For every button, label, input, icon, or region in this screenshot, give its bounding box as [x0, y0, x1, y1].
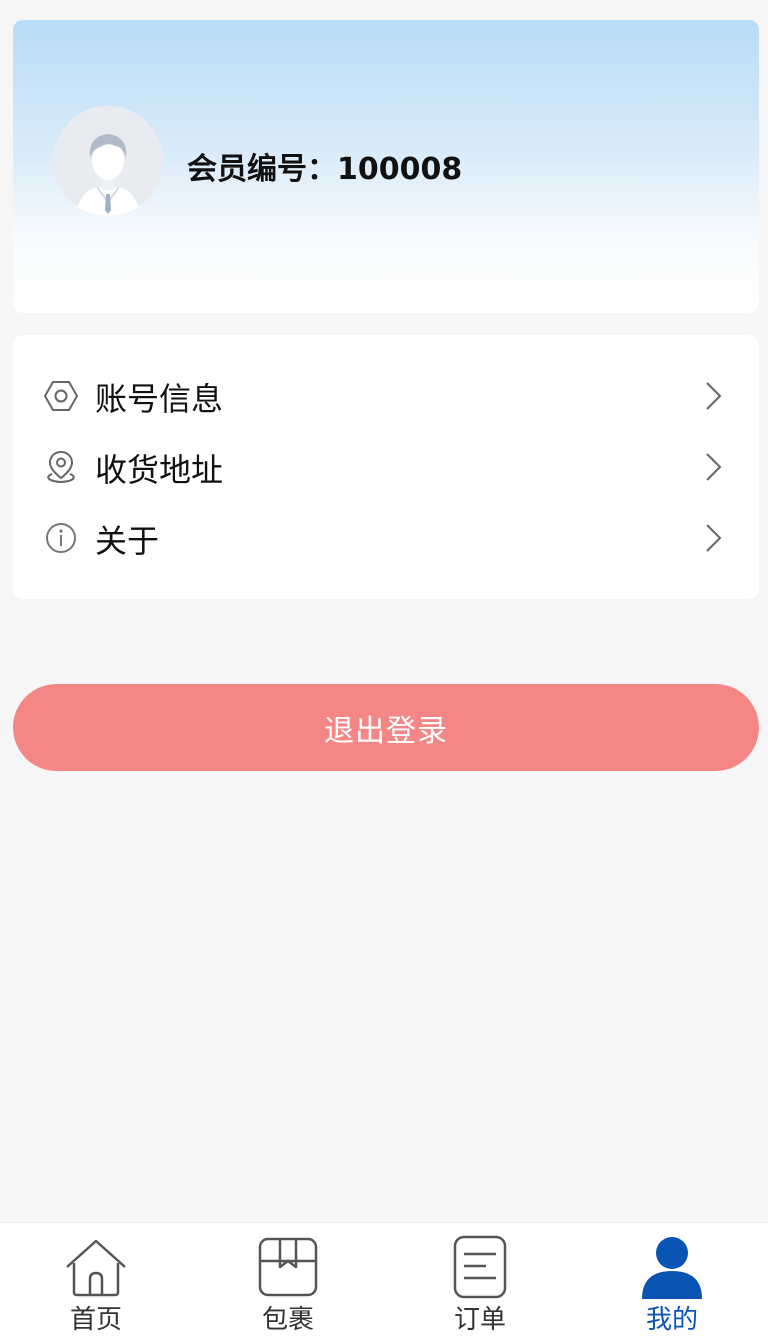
location-pin-icon [43, 449, 79, 485]
info-icon [43, 520, 79, 556]
hexagon-settings-icon [43, 378, 79, 414]
member-number: 会员编号：100008 [187, 144, 462, 188]
menu-item-label: 账号信息 [95, 380, 224, 418]
package-icon [256, 1235, 320, 1299]
tab-label: 订单 [453, 1305, 506, 1335]
tab-orders[interactable]: 订单 [384, 1223, 576, 1336]
member-number-value: 100008 [337, 152, 463, 187]
tab-home[interactable]: 首页 [0, 1223, 192, 1336]
menu-item-shipping-address[interactable]: 收货地址 [13, 431, 759, 501]
tab-label: 包裹 [261, 1305, 314, 1335]
chevron-right-icon [703, 451, 723, 483]
menu-item-label: 关于 [95, 522, 160, 560]
tab-label: 首页 [69, 1305, 122, 1335]
menu-item-account-info[interactable]: 账号信息 [13, 360, 759, 430]
bottom-tab-bar: 首页 包裹 订单 我的 [0, 1222, 768, 1336]
profile-card: 会员编号：100008 [13, 20, 759, 313]
logout-button[interactable]: 退出登录 [13, 684, 759, 771]
menu-card: 账号信息 收货地址 关于 [13, 335, 759, 599]
tab-package[interactable]: 包裹 [192, 1223, 384, 1336]
chevron-right-icon [703, 522, 723, 554]
home-icon [64, 1235, 128, 1299]
profile-icon [640, 1235, 704, 1299]
menu-item-label: 收货地址 [95, 451, 224, 489]
order-list-icon [448, 1235, 512, 1299]
tab-label: 我的 [645, 1305, 698, 1335]
tab-mine[interactable]: 我的 [576, 1223, 768, 1336]
member-number-label: 会员编号： [187, 152, 337, 187]
user-avatar-icon[interactable] [53, 106, 163, 216]
menu-item-about[interactable]: 关于 [13, 502, 759, 572]
chevron-right-icon [703, 380, 723, 412]
